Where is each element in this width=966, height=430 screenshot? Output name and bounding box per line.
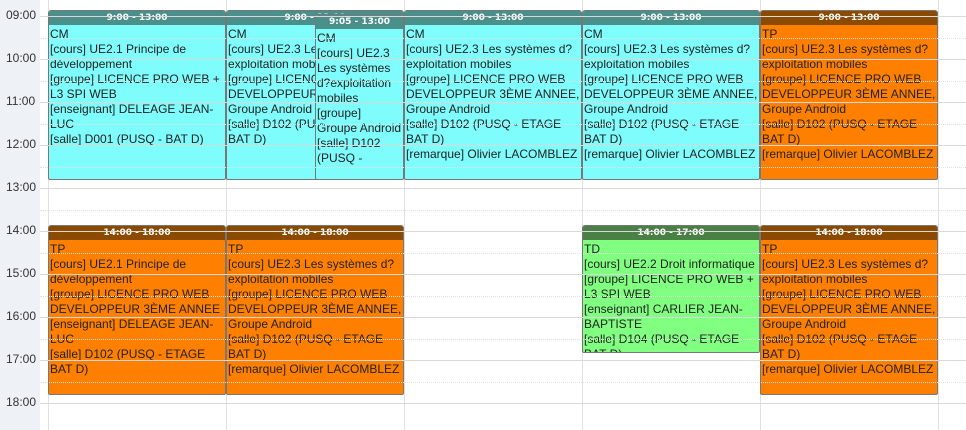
event-type: TP	[762, 27, 778, 41]
event-tp-ue23-tuesday-afternoon[interactable]: 14:00 - 18:00 TP [cours] UE2.3 Les systèm…	[226, 225, 404, 395]
half-hour-gridline	[40, 339, 966, 340]
hour-gridline	[40, 274, 966, 275]
event-tp-ue23-friday-morning[interactable]: 9:00 - 13:00 TP [cours] UE2.3 Les système…	[760, 10, 938, 180]
event-type: CM	[50, 27, 69, 41]
event-line: [salle] D102 (PUSQ - ETAGE BAT D)	[584, 117, 740, 146]
event-type: TP	[50, 242, 66, 256]
event-details: CM [cours] UE2.3 Les systèmes d?exploitat…	[583, 25, 759, 162]
event-line: [remarque] Olivier LACOMBLEZ	[762, 147, 934, 161]
event-tp-ue23-friday-afternoon[interactable]: 14:00 - 18:00 TP [cours] UE2.3 Les systèm…	[760, 225, 938, 395]
event-time: 9:00 - 13:00	[49, 11, 225, 25]
event-line: [cours] UE2.2 Droit informatique	[584, 257, 755, 271]
event-details: CM [cours] UE2.1 Principe de développemen…	[49, 25, 225, 147]
hour-label: 14:00	[6, 223, 37, 237]
event-line: [enseignant] DELEAGE JEAN-LUC	[50, 102, 214, 131]
hour-gridline	[40, 145, 966, 146]
event-details: CM [cours] UE2.3 Les systèmes d?exploitat…	[405, 25, 581, 162]
event-tp-ue21-monday[interactable]: 14:00 - 18:00 TP [cours] UE2.1 Principe d…	[48, 225, 226, 395]
event-time: 14:00 - 18:00	[227, 226, 403, 240]
half-hour-gridline	[40, 124, 966, 125]
half-hour-gridline	[40, 382, 966, 383]
event-line: [remarque] Olivier LACOMBLEZ	[228, 362, 400, 376]
event-line: [salle] D102 (PUSQ -	[317, 136, 381, 165]
event-line: [salle] D102 (PUSQ - ETAGE BAT D)	[50, 347, 206, 376]
event-line: [groupe] LICENCE PRO WEB DEVELOPPEUR 3ÈM…	[50, 287, 221, 316]
hour-gridline	[40, 231, 966, 232]
half-hour-gridline	[40, 210, 966, 211]
event-line: [remarque] Olivier LACOMBLEZ	[762, 362, 934, 376]
event-time: 14:00 - 18:00	[49, 226, 225, 240]
event-cm-ue23-thursday[interactable]: 9:00 - 13:00 CM [cours] UE2.3 Les système…	[582, 10, 760, 180]
hour-label: 12:00	[6, 137, 37, 151]
event-details: TP [cours] UE2.3 Les systèmes d?exploitat…	[761, 25, 937, 162]
hour-gridline	[40, 188, 966, 189]
event-time: 9:00 - 13:00	[761, 11, 937, 25]
event-line: [cours] UE2.1 Principe de développement	[50, 42, 187, 71]
event-line: [groupe] LICENCE PRO WEB + L3 SPI WEB	[50, 72, 220, 101]
event-type: CM	[584, 27, 603, 41]
hour-label: 11:00	[6, 94, 36, 108]
event-line: [salle] D102 (PUSQ - ETAGE BAT D)	[406, 117, 562, 146]
event-line: [remarque] Olivier LACOMBLEZ	[406, 147, 578, 161]
event-line: [salle] D102 (PUSQ - ETAGE BAT D)	[762, 117, 918, 146]
event-line: [salle] D102 (PUSQ - ETAGE BAT D)	[762, 332, 918, 361]
event-time: 14:00 - 17:00	[583, 226, 759, 240]
event-time: 9:00 - 13:00	[405, 11, 581, 25]
event-line: [cours] UE2.3 Les systèmes d?exploitatio…	[584, 42, 751, 71]
event-line: [cours] UE2.3 Les systèmes d?exploitatio…	[228, 257, 395, 286]
hour-gridline	[40, 16, 966, 17]
event-td-ue22-thursday[interactable]: 14:00 - 17:00 TD [cours] UE2.2 Droit info…	[582, 225, 760, 353]
hour-gridline	[40, 317, 966, 318]
hour-label: 18:00	[6, 395, 37, 409]
event-time: 14:00 - 18:00	[761, 226, 937, 240]
hour-label: 09:00	[6, 8, 37, 22]
half-hour-gridline	[40, 81, 966, 82]
event-line: [remarque] Olivier LACOMBLEZ	[584, 147, 756, 161]
day-column-separator	[938, 0, 939, 430]
event-details: TP [cours] UE2.3 Les systèmes d?exploitat…	[227, 240, 403, 377]
event-line: [groupe] LICENCE PRO WEB DEVELOPPEUR 3ÈM…	[762, 287, 936, 331]
event-line: [cours] UE2.3 Les systèmes d?exploitatio…	[762, 257, 929, 286]
half-hour-gridline	[40, 167, 966, 168]
event-line: [groupe] LICENCE PRO WEB DEVELOPPEUR 3ÈM…	[584, 72, 758, 116]
half-hour-gridline	[40, 296, 966, 297]
event-cm-ue21-monday[interactable]: 9:00 - 13:00 CM [cours] UE2.1 Principe de…	[48, 10, 226, 180]
hour-gridline	[40, 102, 966, 103]
event-type: TD	[584, 242, 600, 256]
hour-label: 13:00	[6, 180, 37, 194]
half-hour-gridline	[40, 38, 966, 39]
event-line: [groupe] Groupe Android	[317, 106, 402, 135]
event-line: [enseignant] DELEAGE JEAN-LUC	[50, 317, 214, 346]
event-type: TP	[762, 242, 778, 256]
event-type: TP	[228, 242, 244, 256]
hour-label: 10:00	[6, 51, 37, 65]
event-line: [salle] D104 (PUSQ - ETAGE BAT D)	[584, 332, 740, 352]
event-type: CM	[406, 27, 425, 41]
event-line: [groupe] LICENCE PRO WEB DEVELOPPEUR 3ÈM…	[406, 72, 580, 116]
hour-label: 15:00	[6, 266, 37, 280]
event-time: 9:00 - 13:00	[583, 11, 759, 25]
hour-gridline	[40, 403, 966, 404]
event-line: [cours] UE2.1 Principe de développement	[50, 257, 187, 286]
event-details: TP [cours] UE2.1 Principe de développemen…	[49, 240, 225, 377]
hour-gridline	[40, 360, 966, 361]
event-line: [groupe] LICENCE PRO WEB DEVELOPPEUR 3ÈM…	[762, 72, 936, 116]
event-cm-ue23-wednesday[interactable]: 9:00 - 13:00 CM [cours] UE2.3 Les système…	[404, 10, 582, 180]
half-hour-gridline	[40, 253, 966, 254]
event-line: [cours] UE2.3 Les systèmes d?exploitatio…	[317, 46, 392, 105]
event-line: [groupe] LICENCE PRO WEB DEVELOPPEUR 3ÈM…	[228, 287, 402, 331]
hour-gridline	[40, 59, 966, 60]
event-details: TP [cours] UE2.3 Les systèmes d?exploitat…	[761, 240, 937, 377]
event-time: 9:05 - 13:00	[316, 15, 403, 29]
hour-label: 17:00	[6, 352, 37, 366]
event-line: [cours] UE2.3 Les systèmes d?exploitatio…	[406, 42, 573, 71]
event-line: [salle] D102 (PUSQ - ETAGE BAT D)	[228, 332, 384, 361]
event-line: [groupe] LICENCE PRO WEB + L3 SPI WEB	[584, 272, 754, 301]
event-line: [cours] UE2.3 Les systèmes d?exploitatio…	[762, 42, 929, 71]
hour-label: 16:00	[6, 309, 37, 323]
